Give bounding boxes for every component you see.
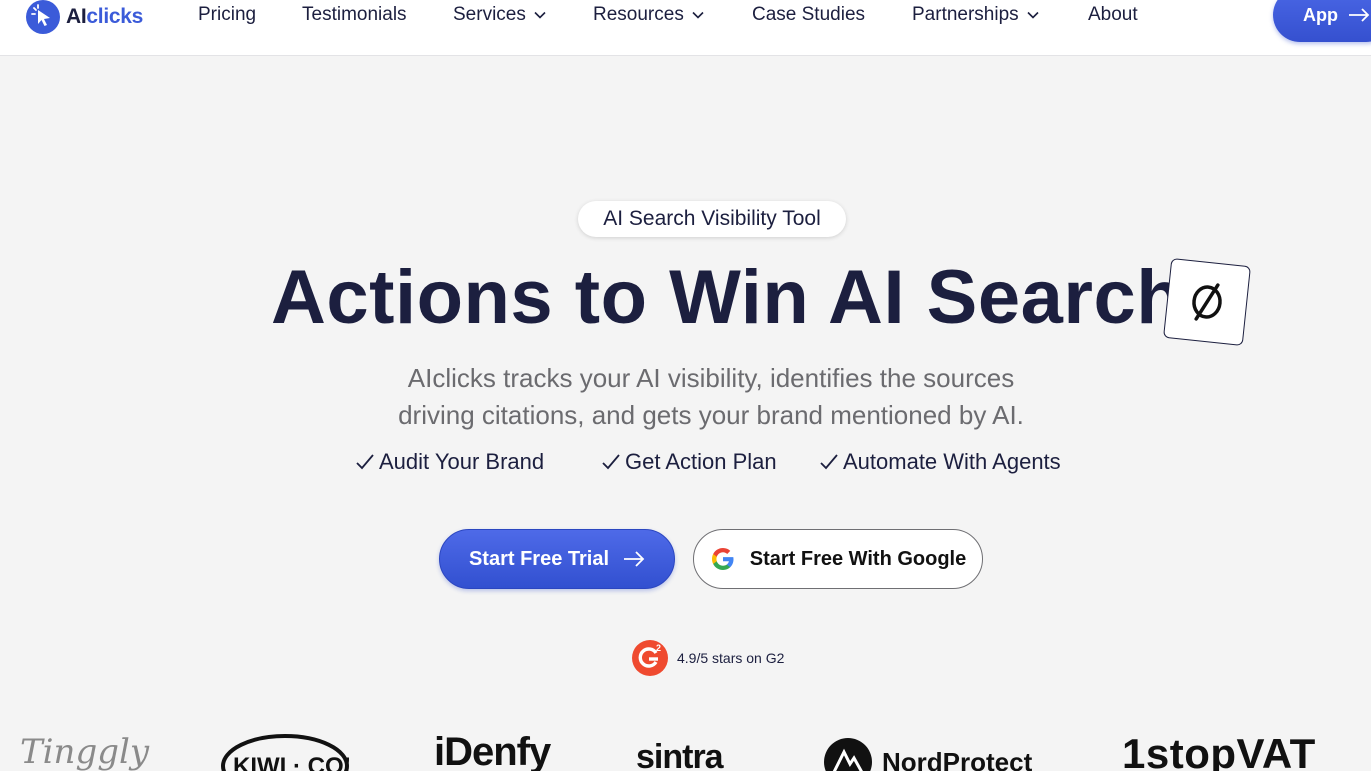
nav-item-services[interactable]: Services bbox=[453, 4, 546, 26]
kiwi-logo-mark: KIWI · COM bbox=[221, 734, 364, 771]
app-button[interactable]: App bbox=[1273, 0, 1371, 42]
site-header: AIclicks Pricing Testimonials Services R… bbox=[0, 0, 1371, 56]
idenfy-logo: iDenfy bbox=[434, 730, 551, 771]
svg-text:2: 2 bbox=[656, 643, 661, 653]
check-item-agents: Automate With Agents bbox=[819, 449, 1061, 475]
start-free-with-google-button[interactable]: Start Free With Google bbox=[693, 529, 983, 589]
customer-logo-strip: Tinggly KIWI · COM iDenfy sintra NordPro… bbox=[0, 720, 1371, 771]
nordprotect-logo: NordProtect bbox=[824, 738, 1032, 771]
nav-item-pricing[interactable]: Pricing bbox=[198, 4, 256, 26]
feature-checklist: Audit Your Brand Get Action Plan Automat… bbox=[0, 449, 1371, 479]
nord-mountain-icon bbox=[824, 738, 872, 771]
google-icon bbox=[711, 548, 734, 570]
hero-subtitle: AIclicks tracks your AI visibility, iden… bbox=[398, 363, 1024, 430]
perplexity-slash-icon bbox=[1192, 283, 1222, 321]
chevron-down-icon bbox=[1027, 11, 1039, 19]
checkmark-icon bbox=[820, 454, 838, 470]
nav-item-partnerships[interactable]: Partnerships bbox=[912, 4, 1039, 26]
arrow-right-icon bbox=[624, 551, 645, 567]
chevron-down-icon bbox=[692, 11, 704, 19]
brand-logo[interactable]: AIclicks bbox=[24, 0, 143, 34]
chevron-down-icon bbox=[534, 11, 546, 19]
brand-wordmark: AIclicks bbox=[66, 5, 143, 28]
kiwi-logo: KIWI · COM bbox=[221, 728, 364, 771]
nav-item-resources[interactable]: Resources bbox=[593, 4, 704, 26]
check-item-audit: Audit Your Brand bbox=[355, 449, 544, 475]
checkmark-icon bbox=[602, 454, 620, 470]
svg-text:KIWI · COM: KIWI · COM bbox=[233, 753, 349, 771]
g2-rating: 2 4.9/5 stars on G2 bbox=[631, 639, 784, 677]
openai-logo-icon bbox=[1163, 258, 1251, 346]
check-item-plan: Get Action Plan bbox=[601, 449, 777, 475]
arrow-right-icon bbox=[1349, 8, 1370, 22]
tinggly-logo: Tinggly bbox=[20, 732, 150, 771]
1stopvat-logo: 1stopVAT bbox=[1122, 730, 1316, 771]
checkmark-icon bbox=[356, 454, 374, 470]
sintra-logo: sintra bbox=[636, 738, 724, 771]
start-free-trial-button[interactable]: Start Free Trial bbox=[439, 529, 675, 589]
hero-badge: AI Search Visibility Tool bbox=[578, 201, 846, 237]
cursor-click-icon bbox=[26, 0, 60, 34]
nav-item-case-studies[interactable]: Case Studies bbox=[752, 4, 865, 26]
nav-item-about[interactable]: About bbox=[1088, 4, 1138, 26]
g2-logo-icon: 2 bbox=[632, 640, 668, 676]
nav-item-testimonials[interactable]: Testimonials bbox=[302, 4, 407, 26]
hero-title: Actions to Win AI Search bbox=[271, 255, 1184, 340]
